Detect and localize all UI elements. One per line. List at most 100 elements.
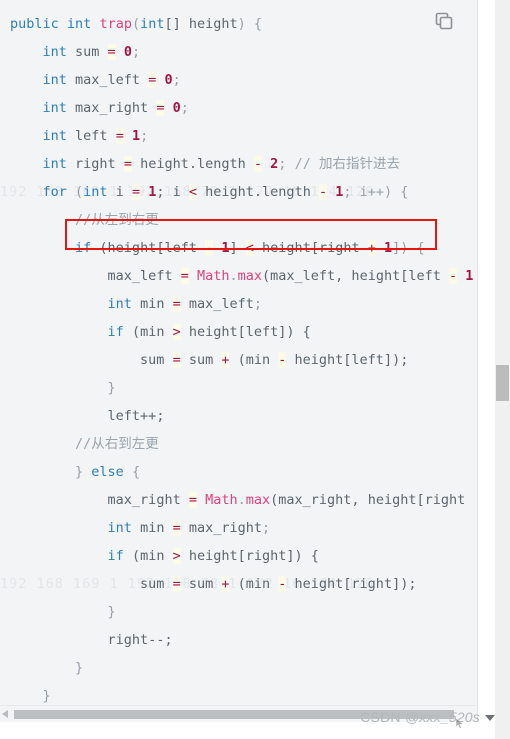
code-line: } else { <box>10 458 477 486</box>
code-token: int <box>42 100 67 116</box>
code-token: ]) { <box>392 240 425 256</box>
code-token: ; <box>131 44 141 60</box>
code-line: for (int i = 1; i < height.length - 1; i… <box>10 178 477 206</box>
code-token: ; i <box>156 184 189 200</box>
code-token: max_left <box>66 72 149 88</box>
code-line: int left = 1; <box>10 122 477 150</box>
code-token: - <box>205 240 214 256</box>
code-token: . <box>229 268 238 284</box>
code-token: height[left]); <box>286 352 409 368</box>
watermark-site: CSDN <box>360 709 401 725</box>
code-token: < <box>245 240 254 256</box>
code-token: sum <box>66 44 108 60</box>
code-token: int <box>42 156 67 172</box>
code-token: } <box>75 464 92 480</box>
code-token: = <box>172 520 181 536</box>
code-token: (max_left, height[left <box>262 268 449 284</box>
page-vertical-scrollbar[interactable] <box>495 0 510 739</box>
code-token: height[right <box>253 240 368 256</box>
watermark-chevron-down-icon[interactable] <box>485 715 495 721</box>
code-token: 0 <box>164 72 173 88</box>
code-token: ] <box>229 240 246 256</box>
code-scroll-viewport[interactable]: public int trap(int[] height) { int sum … <box>0 0 477 722</box>
code-line: max_left = Math.max(max_left, height[lef… <box>10 262 477 290</box>
code-token: max_right <box>107 492 189 508</box>
code-line: } <box>10 654 477 682</box>
code-token: = <box>115 128 124 144</box>
code-line: int sum = 0; <box>10 38 477 66</box>
code-token: } <box>75 660 84 676</box>
code-token: ; <box>278 156 295 172</box>
code-token: - <box>253 156 263 172</box>
code-line: if (min > height[left]) { <box>10 318 477 346</box>
code-token: //从左到右更 <box>75 212 159 228</box>
code-token: right--; <box>107 632 173 648</box>
code-token: ( <box>131 16 141 32</box>
code-token: > <box>172 324 181 340</box>
code-token: ; <box>172 72 181 88</box>
code-token: sum <box>180 576 222 592</box>
code-token: (min <box>229 576 279 592</box>
code-line: //从右到左更 <box>10 430 477 458</box>
code-token: max_left <box>180 296 254 312</box>
code-line: sum = sum + (min - height[left]); <box>10 346 477 374</box>
code-token: = <box>172 352 181 368</box>
code-token: - <box>448 268 458 284</box>
code-token: max_left <box>107 268 181 284</box>
code-token: if <box>75 240 92 256</box>
scroll-left-arrow-icon[interactable] <box>2 710 8 718</box>
code-token: 1 <box>465 268 474 284</box>
code-line: left++; <box>10 402 477 430</box>
copy-icon[interactable] <box>433 10 455 32</box>
code-token: = <box>188 492 197 508</box>
code-token: public <box>10 16 59 32</box>
code-token: ; <box>262 520 271 536</box>
code-token: } <box>42 688 51 704</box>
code-token: // 加右指针进去 <box>294 156 400 172</box>
code-token: = <box>172 296 181 312</box>
code-token: = <box>172 576 181 592</box>
code-token: int <box>42 72 67 88</box>
code-token: (min <box>229 352 279 368</box>
code-token: height[left]) { <box>180 324 311 340</box>
code-token: = <box>123 156 132 172</box>
code-token: } <box>107 380 116 396</box>
code-token: ; i++) { <box>343 184 409 200</box>
code-token: 1 <box>221 240 230 256</box>
code-token: int <box>107 520 132 536</box>
page-vertical-scroll-thumb[interactable] <box>496 365 509 401</box>
code-token: int <box>66 16 92 32</box>
code-line: int max_left = 0; <box>10 66 477 94</box>
code-token: int <box>140 16 165 32</box>
code-line: //从左到右更 <box>10 206 477 234</box>
code-token: = <box>107 44 116 60</box>
code-token: int <box>42 44 67 60</box>
code-token: max_right <box>180 520 262 536</box>
code-token: i <box>107 184 132 200</box>
code-token: Math <box>205 492 238 508</box>
code-line: int max_right = 0; <box>10 94 477 122</box>
code-content: public int trap(int[] height) { int sum … <box>0 0 477 722</box>
code-token: = <box>180 268 189 284</box>
code-token: height[right]) { <box>180 548 319 564</box>
code-token: ( <box>66 184 84 200</box>
code-token: sum <box>140 352 173 368</box>
code-token: { <box>123 464 141 480</box>
code-token: int <box>83 184 108 200</box>
code-token: Math <box>196 268 230 284</box>
code-token: right <box>66 156 124 172</box>
code-token: sum <box>140 576 173 592</box>
code-block: 192 168 169 1 192 168 78 1 172 16 184 12… <box>0 0 478 722</box>
code-token: left++; <box>107 408 165 424</box>
code-token: 0 <box>123 44 132 60</box>
code-line: int min = max_right; <box>10 514 477 542</box>
code-token: sum <box>180 352 222 368</box>
code-token: min <box>131 296 173 312</box>
